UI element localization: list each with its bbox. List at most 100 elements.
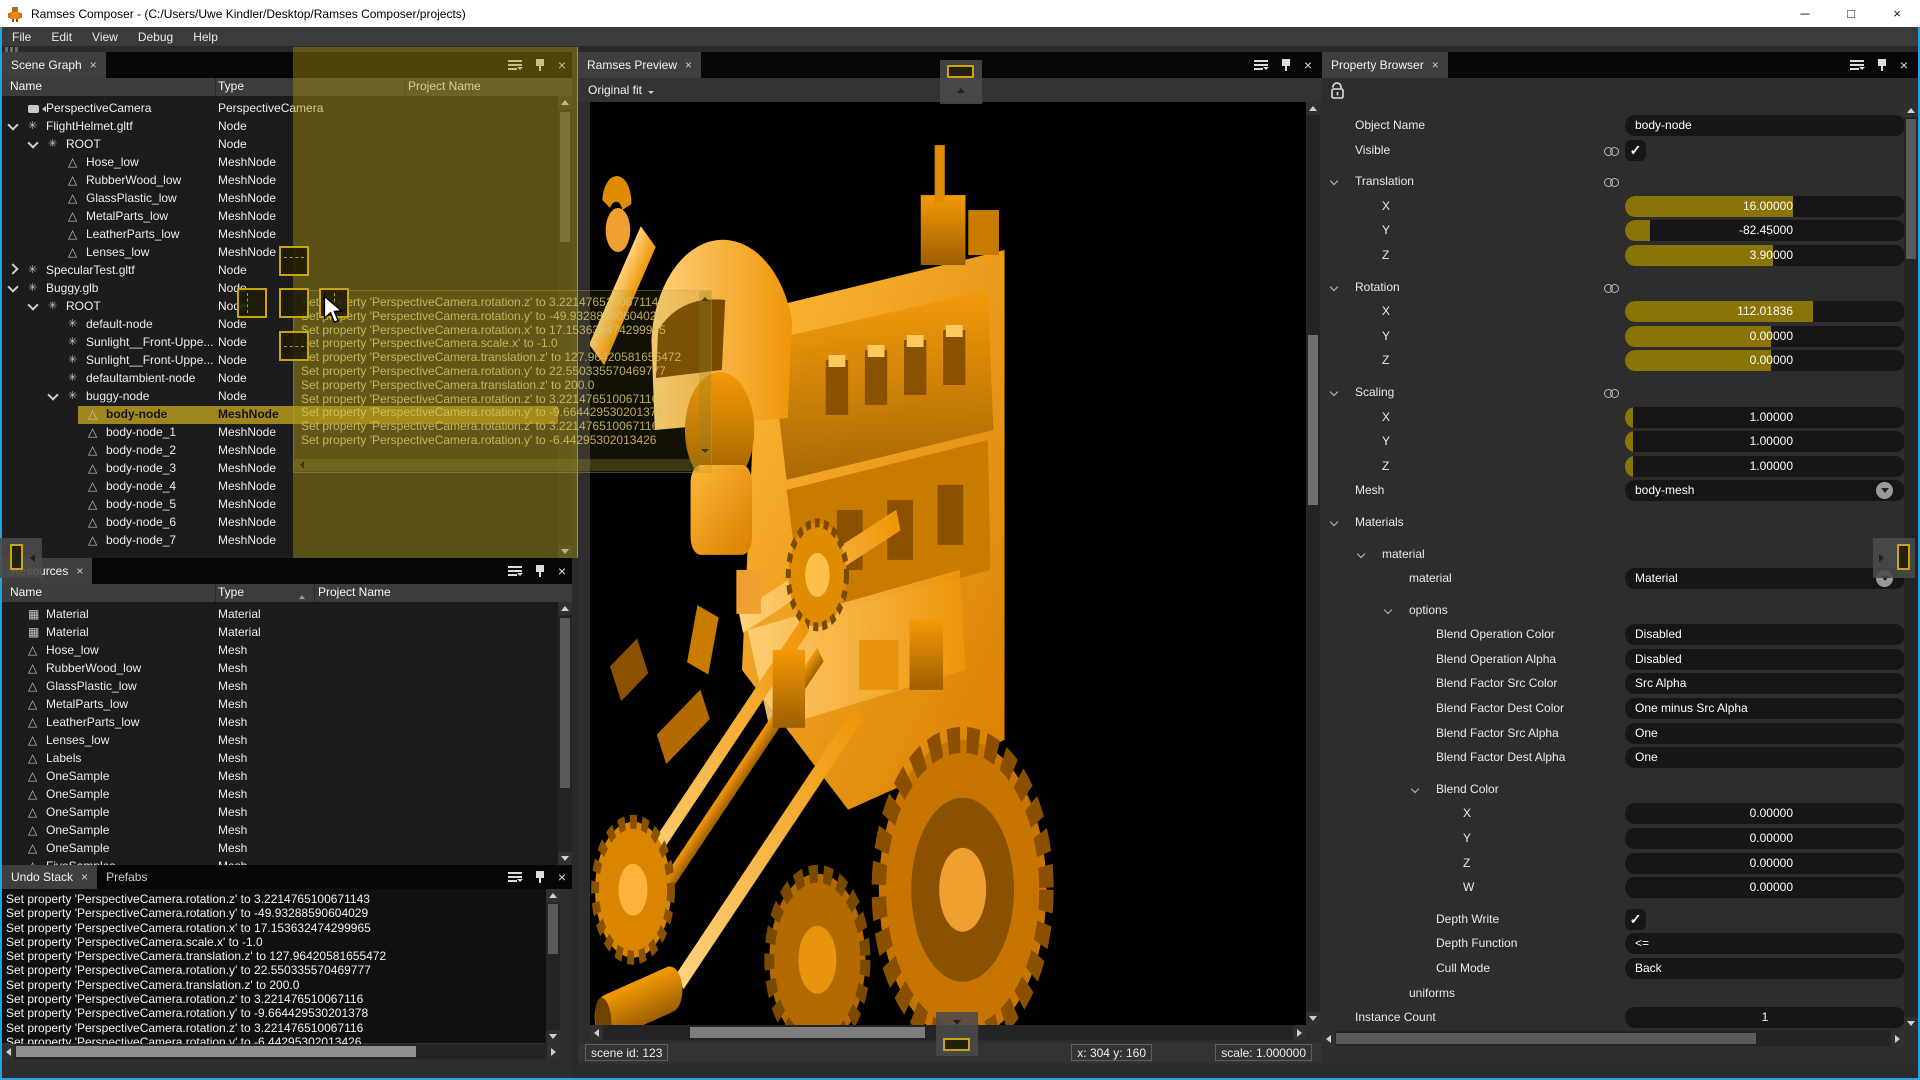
- undo-log-line[interactable]: Set property 'PerspectiveCamera.rotation…: [6, 1021, 546, 1035]
- collapse-caret-icon[interactable]: [1331, 284, 1339, 292]
- expander-icon[interactable]: [8, 805, 18, 815]
- collapse-caret-icon[interactable]: [1385, 607, 1393, 615]
- link-icon[interactable]: [1604, 389, 1620, 398]
- expander-icon[interactable]: [8, 281, 18, 291]
- undo-log-line[interactable]: Set property 'PerspectiveCamera.rotation…: [6, 892, 546, 906]
- expander-icon[interactable]: [68, 497, 78, 507]
- expander-icon[interactable]: [48, 191, 58, 201]
- checkbox[interactable]: ✓: [1625, 909, 1646, 930]
- tree-row[interactable]: Labels Mesh: [2, 750, 572, 768]
- tab-close-icon[interactable]: ×: [685, 58, 692, 72]
- preview-fit-select[interactable]: Original fit: [588, 83, 654, 97]
- pin-icon[interactable]: [535, 565, 545, 577]
- tree-row[interactable]: OneSample Mesh: [2, 840, 572, 858]
- preview-vscrollbar[interactable]: [1306, 102, 1320, 1025]
- tree-row[interactable]: Hose_low Mesh: [2, 642, 572, 660]
- link-icon[interactable]: [1604, 147, 1620, 156]
- slider-field[interactable]: 16.00000: [1625, 196, 1904, 217]
- menu-file[interactable]: File: [2, 27, 41, 46]
- expander-icon[interactable]: [68, 479, 78, 489]
- expander-icon[interactable]: [48, 173, 58, 183]
- expander-icon[interactable]: [48, 353, 58, 363]
- tree-row[interactable]: OneSample Mesh: [2, 822, 572, 840]
- menu-edit[interactable]: Edit: [41, 27, 82, 46]
- slider-field[interactable]: 1.00000: [1625, 407, 1904, 428]
- expander-icon[interactable]: [48, 155, 58, 165]
- tree-row[interactable]: OneSample Mesh: [2, 786, 572, 804]
- combo-box[interactable]: Disabled: [1625, 624, 1904, 645]
- link-icon[interactable]: [1604, 178, 1620, 187]
- slider-field[interactable]: 1.00000: [1625, 456, 1904, 477]
- pin-icon[interactable]: [535, 871, 545, 883]
- menu-debug[interactable]: Debug: [128, 27, 183, 46]
- dock-close-icon[interactable]: ×: [558, 564, 566, 578]
- tab-undo-stack[interactable]: Undo Stack×: [2, 865, 97, 889]
- expander-icon[interactable]: [28, 137, 38, 147]
- tab-close-icon[interactable]: ×: [1432, 58, 1439, 72]
- combo-box[interactable]: Material: [1625, 568, 1904, 589]
- undo-log-line[interactable]: Set property 'PerspectiveCamera.scale.x'…: [6, 935, 546, 949]
- slider-field[interactable]: 112.01836: [1625, 301, 1904, 322]
- undo-log-line[interactable]: Set property 'PerspectiveCamera.rotation…: [6, 992, 546, 1006]
- expander-icon[interactable]: [8, 625, 18, 635]
- expander-icon[interactable]: [48, 227, 58, 237]
- expander-icon[interactable]: [8, 841, 18, 851]
- expander-icon[interactable]: [8, 715, 18, 725]
- slider-field[interactable]: 3.90000: [1625, 245, 1904, 266]
- slider-field[interactable]: 0.00000: [1625, 326, 1904, 347]
- maximize-button[interactable]: □: [1828, 0, 1874, 27]
- undo-log-line[interactable]: Set property 'PerspectiveCamera.rotation…: [6, 1006, 546, 1020]
- preview-viewport[interactable]: [590, 102, 1306, 1025]
- expander-icon[interactable]: [8, 697, 18, 707]
- dock-menu-icon[interactable]: [1254, 60, 1268, 70]
- checkbox[interactable]: ✓: [1625, 140, 1646, 161]
- collapse-caret-icon[interactable]: [1331, 178, 1339, 186]
- expander-icon[interactable]: [8, 607, 18, 617]
- expander-icon[interactable]: [8, 751, 18, 761]
- tab-ramses-preview[interactable]: Ramses Preview×: [578, 52, 701, 78]
- combo-box[interactable]: Disabled: [1625, 649, 1904, 670]
- combo-box[interactable]: One: [1625, 747, 1904, 768]
- tree-row[interactable]: GlassPlastic_low Mesh: [2, 678, 572, 696]
- expander-icon[interactable]: [8, 101, 18, 111]
- expander-icon[interactable]: [48, 209, 58, 219]
- collapse-caret-icon[interactable]: [1412, 786, 1420, 794]
- spin-field[interactable]: 1: [1625, 1007, 1904, 1028]
- expander-icon[interactable]: [48, 245, 58, 255]
- drop-indicator-edge-left[interactable]: [0, 538, 42, 578]
- link-icon[interactable]: [1604, 284, 1620, 293]
- expander-icon[interactable]: [8, 787, 18, 797]
- combo-box[interactable]: One minus Src Alpha: [1625, 698, 1904, 719]
- expander-icon[interactable]: [68, 443, 78, 453]
- undo-log-line[interactable]: Set property 'PerspectiveCamera.rotation…: [6, 906, 546, 920]
- tree-row[interactable]: RubberWood_low Mesh: [2, 660, 572, 678]
- pin-icon[interactable]: [1281, 59, 1291, 71]
- undo-log[interactable]: Set property 'PerspectiveCamera.rotation…: [2, 889, 546, 1043]
- undo-log-line[interactable]: Set property 'PerspectiveCamera.rotation…: [6, 921, 546, 935]
- tree-row[interactable]: FiveSamples Mesh: [2, 858, 572, 865]
- expander-icon[interactable]: [48, 389, 58, 399]
- tab-close-icon[interactable]: ×: [76, 564, 83, 578]
- drop-indicator-edge-bottom[interactable]: [936, 1012, 978, 1056]
- tree-row[interactable]: Material Material: [2, 624, 572, 642]
- expander-icon[interactable]: [68, 461, 78, 471]
- expander-icon[interactable]: [8, 263, 18, 273]
- drop-indicator-bottom[interactable]: [279, 331, 309, 361]
- text-field[interactable]: body-node: [1625, 115, 1904, 136]
- combo-box[interactable]: <=: [1625, 933, 1904, 954]
- combo-box[interactable]: Src Alpha: [1625, 673, 1904, 694]
- expander-icon[interactable]: [68, 407, 78, 417]
- expander-icon[interactable]: [28, 299, 38, 309]
- close-button[interactable]: ×: [1874, 0, 1920, 27]
- expander-icon[interactable]: [68, 533, 78, 543]
- combo-box[interactable]: One: [1625, 723, 1904, 744]
- slider-field[interactable]: -82.45000: [1625, 220, 1904, 241]
- minimize-button[interactable]: ─: [1782, 0, 1828, 27]
- drop-indicator-edge-top[interactable]: [940, 60, 982, 104]
- property-hscrollbar[interactable]: [1322, 1031, 1904, 1046]
- tree-row[interactable]: Material Material: [2, 606, 572, 624]
- drop-indicator-center[interactable]: [279, 288, 309, 318]
- tree-row[interactable]: OneSample Mesh: [2, 804, 572, 822]
- resources-vscrollbar[interactable]: [558, 602, 572, 865]
- slider-field[interactable]: 0.00000: [1625, 350, 1904, 371]
